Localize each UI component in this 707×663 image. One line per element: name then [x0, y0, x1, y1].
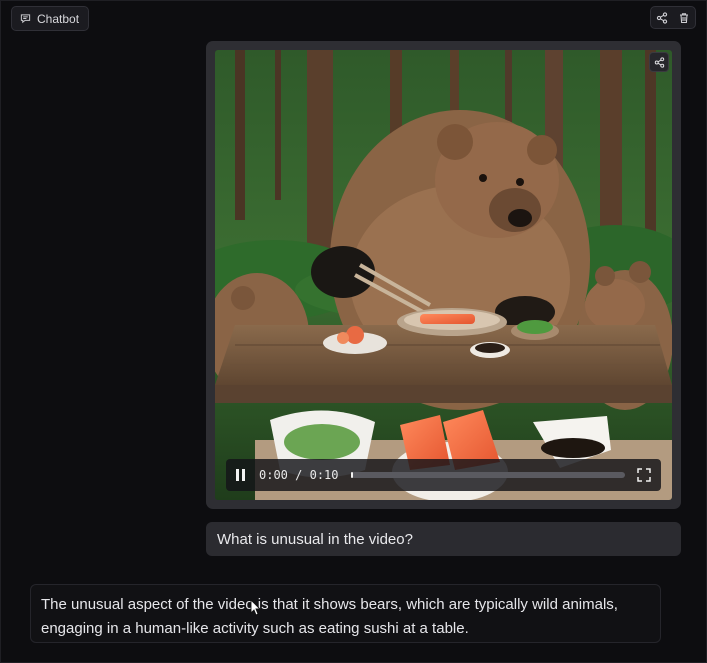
- share-button[interactable]: [651, 7, 673, 28]
- clear-button[interactable]: [673, 7, 695, 28]
- current-time: 0:00: [259, 468, 288, 482]
- chatbot-panel: Chatbot 0:00 / 0:10 What is unusual in t…: [0, 0, 707, 663]
- user-message: What is unusual in the video?: [206, 522, 681, 556]
- pause-icon[interactable]: [236, 469, 247, 481]
- bot-message: The unusual aspect of the video is that …: [30, 584, 661, 643]
- trash-icon: [680, 12, 688, 23]
- share-icon: [654, 56, 664, 68]
- bot-message-text: The unusual aspect of the video is that …: [41, 596, 618, 637]
- video-share-button[interactable]: [649, 52, 669, 72]
- total-time: 0:10: [309, 468, 339, 482]
- video-frame: [215, 50, 672, 500]
- video-controls: 0:00 / 0:10: [226, 459, 661, 491]
- share-icon: [656, 11, 668, 24]
- video-message: 0:00 / 0:10: [206, 41, 681, 509]
- seek-progress: [350, 472, 354, 478]
- header-actions: [650, 6, 696, 29]
- fullscreen-icon[interactable]: [637, 468, 651, 482]
- chat-icon: [20, 14, 31, 24]
- mouse-cursor-icon: [250, 599, 262, 616]
- time-separator: /: [295, 468, 303, 482]
- chatbot-label: Chatbot: [37, 11, 80, 26]
- chatbot-header: Chatbot: [1, 1, 706, 37]
- video-player[interactable]: 0:00 / 0:10: [215, 50, 672, 500]
- seek-bar[interactable]: [350, 472, 625, 478]
- chatbot-label-chip: Chatbot: [11, 6, 90, 31]
- time-display: 0:00 / 0:10: [259, 468, 339, 482]
- user-message-text: What is unusual in the video?: [217, 530, 413, 548]
